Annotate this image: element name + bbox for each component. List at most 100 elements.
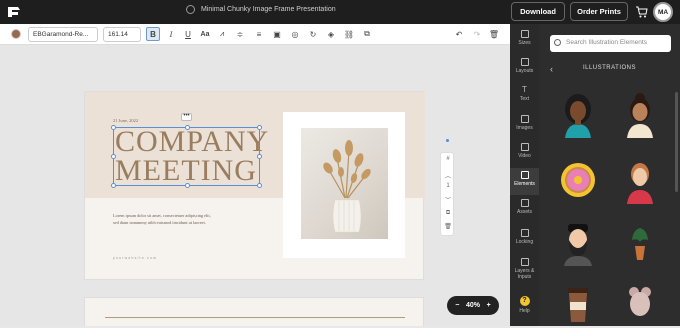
zoom-control: − 40% +	[447, 296, 499, 315]
vase-illustration	[323, 140, 371, 233]
assets-icon	[520, 199, 529, 207]
text-toolbar: EBGaramond-Re... 161.14 B I U Aa ⩘ ≑ ≡ ▣…	[0, 24, 510, 45]
undo-icon[interactable]: ↶	[452, 27, 466, 41]
move-down-icon[interactable]: ﹀	[441, 195, 455, 205]
rail-elements[interactable]: Elements	[510, 168, 539, 195]
bold-icon[interactable]: B	[146, 27, 160, 41]
opacity-icon[interactable]: ◎	[288, 27, 302, 41]
illustration-donut[interactable]	[561, 158, 595, 204]
letter-spacing-icon[interactable]: ⩘	[215, 27, 229, 41]
video-icon	[520, 143, 529, 151]
side-rail: Sizes Layouts T Text Images Video Element…	[510, 24, 539, 326]
resize-handle-r[interactable]	[257, 154, 262, 159]
rotate-icon[interactable]: ↻	[306, 27, 320, 41]
vase-photo[interactable]	[301, 128, 388, 239]
move-up-icon[interactable]: ︿	[441, 171, 455, 181]
font-family-select[interactable]: EBGaramond-Re...	[28, 27, 98, 42]
rail-layers-label: Layers & Inputs	[514, 268, 535, 280]
resize-handle-tl[interactable]	[111, 125, 116, 130]
elements-panel: Search Illustration Elements ‹ ILLUSTRAT…	[539, 24, 680, 326]
grid-icon[interactable]: #	[441, 156, 455, 166]
cart-icon[interactable]	[636, 6, 648, 18]
document-title[interactable]: Minimal Chunky Image Frame Presentation	[186, 5, 336, 14]
resize-handle-bl[interactable]	[111, 183, 116, 188]
rail-video-label: Video	[518, 153, 531, 159]
app-logo-icon[interactable]	[6, 4, 22, 20]
redo-icon[interactable]: ↷	[470, 27, 484, 41]
user-avatar[interactable]: MA	[653, 2, 673, 22]
duplicate-page-icon[interactable]: ⧉	[441, 210, 455, 220]
selection-box[interactable]	[111, 125, 262, 188]
resize-handle-br[interactable]	[257, 183, 262, 188]
text-icon: T	[522, 85, 527, 94]
illustration-bearded-man[interactable]	[561, 220, 595, 266]
zoom-in-button[interactable]: +	[487, 302, 491, 309]
link-icon[interactable]: ⛓	[342, 27, 356, 41]
rail-assets-label: Assets	[516, 209, 532, 215]
layers-icon	[520, 258, 529, 266]
rail-locking-label: Locking	[515, 239, 534, 245]
layouts-icon	[520, 58, 529, 66]
help-icon: ?	[519, 296, 530, 306]
top-bar: Minimal Chunky Image Frame Presentation …	[0, 0, 680, 24]
rail-sizes[interactable]: Sizes	[510, 30, 539, 46]
zoom-level[interactable]: 40%	[466, 302, 480, 309]
underline-icon[interactable]: U	[181, 27, 195, 41]
guide-dot	[446, 139, 449, 142]
rail-elements-label: Elements	[514, 181, 535, 187]
rail-layers[interactable]: Layers & Inputs	[510, 258, 539, 280]
illustration-woman-curly-hair[interactable]	[561, 92, 595, 138]
image-frame[interactable]	[283, 112, 405, 258]
editor-canvas[interactable]: ••• 21 June, 2022 COMPANY MEETING Lorem …	[0, 45, 510, 326]
resize-handle-b[interactable]	[185, 183, 190, 188]
illustration-coffee-cup[interactable]	[561, 282, 595, 328]
elements-icon	[520, 171, 529, 179]
slide-2-divider	[105, 317, 405, 318]
slide-date[interactable]: 21 June, 2022	[113, 118, 138, 123]
font-size-select[interactable]: 161.14	[103, 27, 141, 42]
illustration-woman-red-top[interactable]	[623, 158, 657, 204]
text-color-swatch[interactable]	[11, 29, 21, 39]
rail-text[interactable]: T Text	[510, 85, 539, 103]
rail-images[interactable]: Images	[510, 115, 539, 131]
images-icon	[520, 115, 529, 123]
slide-body-text[interactable]: Lorem ipsum dolor sit amet, consectetuer…	[113, 213, 213, 226]
rail-locking[interactable]: Locking	[510, 229, 539, 245]
duplicate-icon[interactable]: ⧉	[360, 27, 374, 41]
delete-page-icon[interactable]: 🗑	[441, 223, 455, 233]
rail-images-label: Images	[516, 125, 533, 131]
text-case-icon[interactable]: Aa	[198, 27, 212, 41]
resize-handle-t[interactable]	[185, 125, 190, 130]
sync-status-icon	[186, 5, 195, 14]
illustration-potted-plant[interactable]	[623, 220, 657, 266]
align-icon[interactable]: ≡	[252, 27, 266, 41]
illustration-woman-bun[interactable]	[623, 92, 657, 138]
rail-text-label: Text	[519, 96, 530, 102]
section-title: ILLUSTRATIONS	[582, 65, 637, 71]
download-button[interactable]: Download	[511, 2, 565, 21]
page-tools: # ︿ 1 ﹀ ⧉ 🗑	[440, 152, 454, 236]
document-title-text: Minimal Chunky Image Frame Presentation	[201, 6, 336, 13]
order-prints-button[interactable]: Order Prints	[570, 2, 628, 21]
line-height-icon[interactable]: ≑	[233, 27, 247, 41]
italic-icon[interactable]: I	[164, 27, 178, 41]
rail-assets[interactable]: Assets	[510, 199, 539, 215]
slide-1[interactable]: ••• 21 June, 2022 COMPANY MEETING Lorem …	[84, 91, 425, 280]
illustration-mouse[interactable]	[623, 282, 657, 328]
slide-2[interactable]	[84, 297, 424, 326]
element-more-options-icon[interactable]: •••	[181, 113, 192, 121]
effects-icon[interactable]: ▣	[270, 27, 284, 41]
rail-layouts-label: Layouts	[515, 68, 534, 74]
panel-scrollbar[interactable]	[675, 92, 678, 192]
delete-icon[interactable]: 🗑	[487, 27, 501, 41]
layer-order-icon[interactable]: ◈	[324, 27, 338, 41]
resize-handle-tr[interactable]	[257, 125, 262, 130]
rail-help[interactable]: ? Help	[510, 296, 539, 314]
zoom-out-button[interactable]: −	[455, 302, 459, 309]
slide-website[interactable]: yourwebsite.com	[113, 256, 157, 260]
rail-layouts[interactable]: Layouts	[510, 58, 539, 74]
sizes-icon	[520, 30, 529, 38]
rail-video[interactable]: Video	[510, 143, 539, 159]
illustration-search-input[interactable]: Search Illustration Elements	[550, 35, 671, 52]
resize-handle-l[interactable]	[111, 154, 116, 159]
